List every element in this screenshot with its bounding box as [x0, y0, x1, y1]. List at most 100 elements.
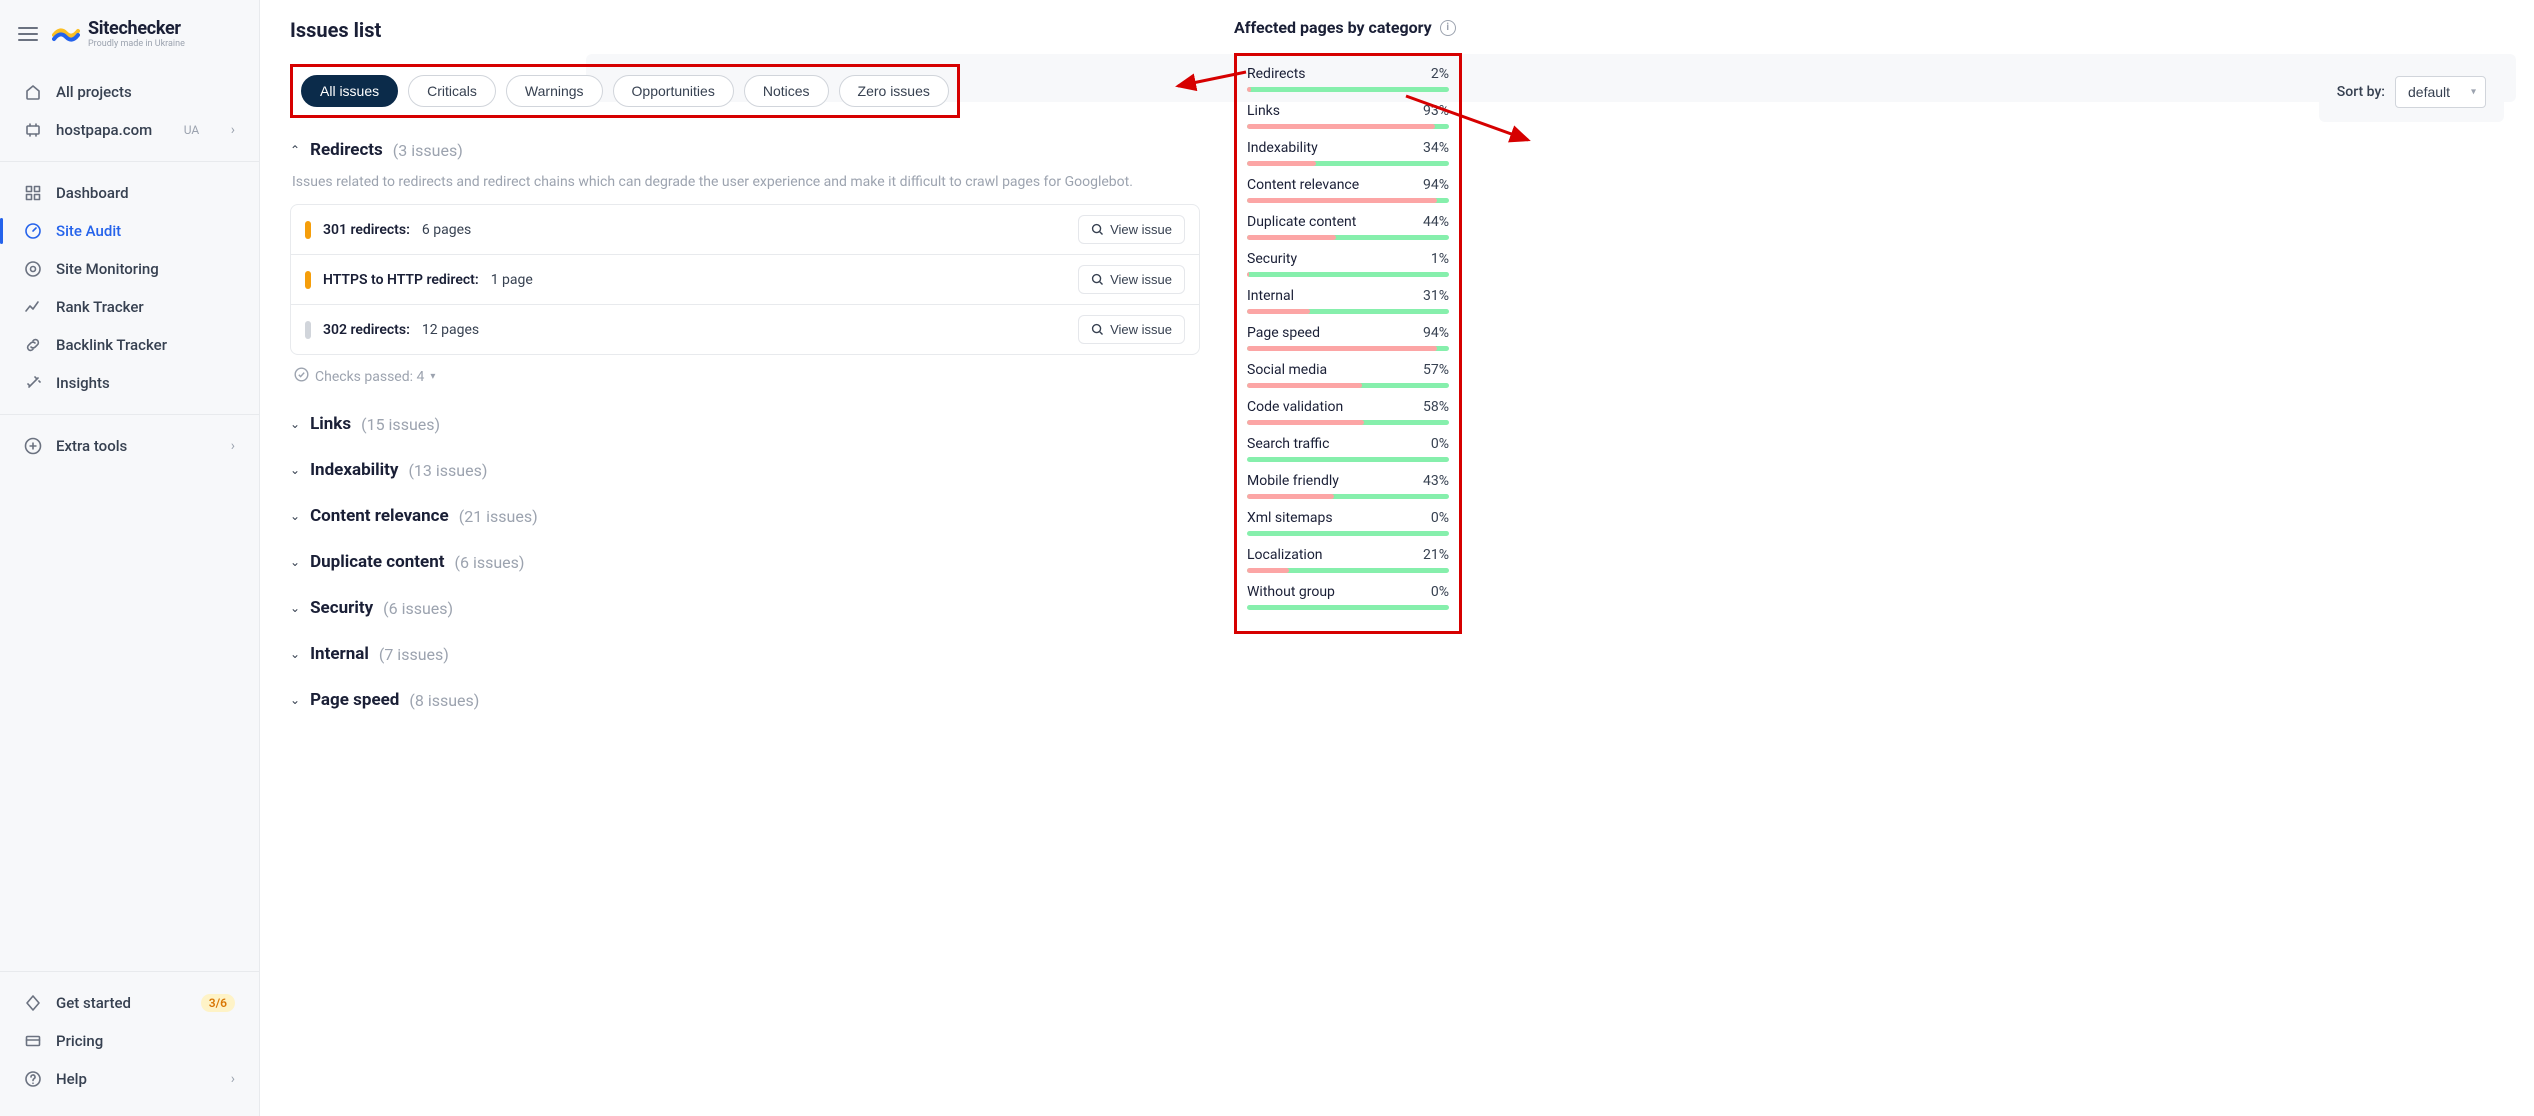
stat-row-without-group[interactable]: Without group 0% [1247, 584, 1449, 610]
stat-percent: 94% [1423, 325, 1449, 341]
chevron-down-icon: ⌄ [290, 647, 300, 661]
stat-percent: 0% [1431, 584, 1449, 600]
stat-percent: 2% [1431, 66, 1449, 82]
category-header-content-relevance[interactable]: ⌄ Content relevance (21 issues) [290, 502, 1200, 530]
sidebar-item-hostpapa-com[interactable]: hostpapa.comUA› [10, 111, 249, 149]
stat-name: Without group [1247, 584, 1335, 600]
trend-icon [24, 298, 42, 316]
category-header-security[interactable]: ⌄ Security (6 issues) [290, 594, 1200, 622]
stat-row-internal[interactable]: Internal 31% [1247, 288, 1449, 314]
stat-row-indexability[interactable]: Indexability 34% [1247, 140, 1449, 166]
filter-zero-issues[interactable]: Zero issues [839, 75, 949, 107]
view-issue-button[interactable]: View issue [1078, 315, 1185, 344]
stat-percent: 31% [1423, 288, 1449, 304]
category-name: Duplicate content [310, 552, 444, 572]
view-issue-button[interactable]: View issue [1078, 265, 1185, 294]
stat-row-links[interactable]: Links 93% [1247, 103, 1449, 129]
issue-name: HTTPS to HTTP redirect: [323, 272, 479, 288]
sidebar-item-pricing[interactable]: Pricing [10, 1022, 249, 1060]
sidebar-item-label: All projects [56, 83, 132, 101]
chevron-down-icon: ⌄ [290, 417, 300, 431]
logo-mark-icon [52, 23, 80, 45]
filter-notices[interactable]: Notices [744, 75, 829, 107]
category-count: (15 issues) [361, 415, 440, 434]
stat-row-security[interactable]: Security 1% [1247, 251, 1449, 277]
stat-row-search-traffic[interactable]: Search traffic 0% [1247, 436, 1449, 462]
sidebar-item-site-monitoring[interactable]: Site Monitoring [10, 250, 249, 288]
stat-name: Xml sitemaps [1247, 510, 1333, 526]
check-circle-icon [294, 367, 309, 386]
stat-row-code-validation[interactable]: Code validation 58% [1247, 399, 1449, 425]
view-issue-label: View issue [1110, 222, 1172, 237]
category-description: Issues related to redirects and redirect… [292, 174, 1200, 190]
logo[interactable]: Sitechecker Proudly made in Ukraine [52, 18, 185, 49]
sidebar-item-site-audit[interactable]: Site Audit [10, 212, 249, 250]
category-header-indexability[interactable]: ⌄ Indexability (13 issues) [290, 456, 1200, 484]
issue-name: 301 redirects: [323, 222, 410, 238]
category-name: Links [310, 414, 351, 434]
stat-row-page-speed[interactable]: Page speed 94% [1247, 325, 1449, 351]
sidebar-item-extra-tools[interactable]: Extra tools › [10, 427, 249, 465]
stat-percent: 44% [1423, 214, 1449, 230]
chevron-right-icon: › [231, 438, 235, 454]
checks-passed-toggle[interactable]: Checks passed: 4 ▾ [294, 367, 1200, 386]
category-header-redirects[interactable]: ⌃ Redirects (3 issues) [290, 136, 1200, 164]
sidebar-item-help[interactable]: Help› [10, 1060, 249, 1098]
stat-percent: 1% [1431, 251, 1449, 267]
chevron-down-icon: ⌄ [290, 555, 300, 569]
category-header-links[interactable]: ⌄ Links (15 issues) [290, 410, 1200, 438]
sidebar-item-dashboard[interactable]: Dashboard [10, 174, 249, 212]
diamond-icon [24, 994, 42, 1012]
chevron-right-icon: › [231, 1071, 235, 1087]
category-count: (6 issues) [383, 599, 453, 618]
stat-row-content-relevance[interactable]: Content relevance 94% [1247, 177, 1449, 203]
wand-icon [24, 374, 42, 392]
sidebar-item-insights[interactable]: Insights [10, 364, 249, 402]
menu-icon[interactable] [18, 27, 38, 41]
filter-all-issues[interactable]: All issues [301, 75, 398, 107]
sort-label: Sort by: [2337, 84, 2385, 100]
gauge-icon [24, 222, 42, 240]
issue-pages: 1 page [491, 272, 533, 288]
stat-bar [1247, 235, 1449, 240]
stat-row-xml-sitemaps[interactable]: Xml sitemaps 0% [1247, 510, 1449, 536]
category-header-page-speed[interactable]: ⌄ Page speed (8 issues) [290, 686, 1200, 714]
stat-row-localization[interactable]: Localization 21% [1247, 547, 1449, 573]
sidebar-item-label: hostpapa.com [56, 121, 152, 139]
stat-row-duplicate-content[interactable]: Duplicate content 44% [1247, 214, 1449, 240]
sort-select[interactable]: default [2395, 76, 2486, 108]
info-icon[interactable]: i [1440, 20, 1456, 36]
filter-opportunities[interactable]: Opportunities [613, 75, 734, 107]
filter-criticals[interactable]: Criticals [408, 75, 496, 107]
filter-warnings[interactable]: Warnings [506, 75, 603, 107]
category-header-internal[interactable]: ⌄ Internal (7 issues) [290, 640, 1200, 668]
stat-row-social-media[interactable]: Social media 57% [1247, 362, 1449, 388]
stat-name: Localization [1247, 547, 1323, 563]
stat-name: Redirects [1247, 66, 1306, 82]
sidebar-item-label: Pricing [56, 1032, 103, 1050]
stat-row-redirects[interactable]: Redirects 2% [1247, 66, 1449, 92]
sidebar-item-backlink-tracker[interactable]: Backlink Tracker [10, 326, 249, 364]
caret-down-icon: ▾ [430, 371, 435, 382]
stat-name: Security [1247, 251, 1297, 267]
sidebar-item-get-started[interactable]: Get started3/6 [10, 984, 249, 1022]
stat-bar [1247, 272, 1449, 277]
right-panel-title: Affected pages by category [1234, 18, 1432, 37]
page-title: Issues list [290, 18, 1200, 42]
chevron-right-icon: › [231, 122, 235, 138]
stat-bar [1247, 420, 1449, 425]
sidebar-item-label: Rank Tracker [56, 298, 144, 316]
issue-row: 302 redirects: 12 pages View issue [291, 305, 1199, 354]
category-header-duplicate-content[interactable]: ⌄ Duplicate content (6 issues) [290, 548, 1200, 576]
sidebar-item-rank-tracker[interactable]: Rank Tracker [10, 288, 249, 326]
stat-name: Code validation [1247, 399, 1343, 415]
stat-bar [1247, 309, 1449, 314]
stat-bar [1247, 605, 1449, 610]
sidebar-item-all-projects[interactable]: All projects [10, 73, 249, 111]
view-issue-button[interactable]: View issue [1078, 215, 1185, 244]
stat-row-mobile-friendly[interactable]: Mobile friendly 43% [1247, 473, 1449, 499]
stat-percent: 21% [1423, 547, 1449, 563]
stat-name: Links [1247, 103, 1280, 119]
filter-bar-annotation: All issues Criticals Warnings Opportunities… [290, 64, 960, 118]
chevron-down-icon: ⌄ [290, 601, 300, 615]
